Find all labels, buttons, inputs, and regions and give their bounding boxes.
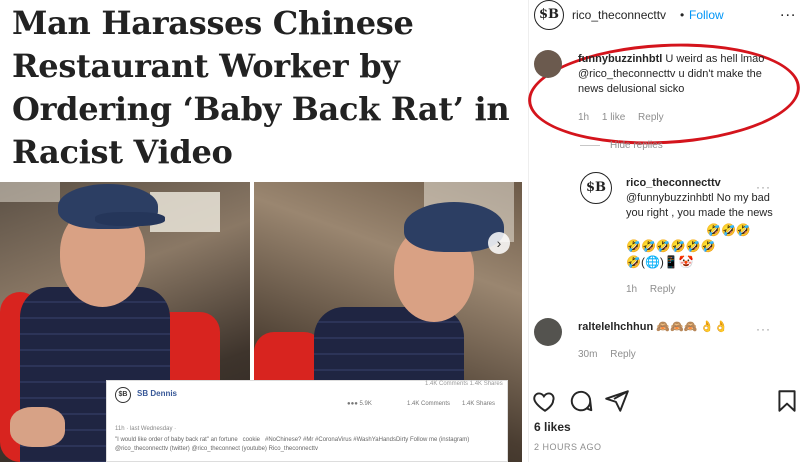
comment-body: @funnybuzzinhbtl No my bad you right , y… bbox=[626, 192, 773, 219]
instagram-panel: $B rico_theconnecttv • Follow ... funnyb… bbox=[525, 0, 800, 462]
comment-icon[interactable] bbox=[568, 388, 594, 414]
emoji-line: 🤣🤣🤣🤣🤣🤣 bbox=[626, 239, 716, 253]
comment-meta: 1h Reply bbox=[626, 284, 685, 295]
comment-body: 🙈🙈🙈 👌👌 bbox=[656, 321, 728, 333]
comment-time: 1h bbox=[578, 112, 590, 123]
comment-likes[interactable]: 1 like bbox=[602, 112, 625, 123]
comment: funnybuzzinhbtl U weird as hell lmao @ri… bbox=[578, 52, 778, 97]
ceiling-light bbox=[150, 192, 220, 232]
post-author-username[interactable]: rico_theconnecttv bbox=[572, 8, 666, 22]
fb-comment-count: 1.4K Comments bbox=[407, 401, 451, 407]
emoji-line: 🤣(🌐)📱🤡 bbox=[626, 255, 694, 269]
hide-replies-line bbox=[580, 144, 600, 146]
post-timestamp: 2 HOURS AGO bbox=[534, 442, 602, 452]
ceiling-light bbox=[0, 182, 60, 202]
hide-replies-button[interactable]: Hide replies bbox=[580, 140, 663, 151]
avatar[interactable] bbox=[534, 318, 562, 346]
comment-username[interactable]: funnybuzzinhbtl bbox=[578, 53, 662, 65]
headline-line: Ordering ‘Baby Back Rat’ in bbox=[12, 90, 510, 128]
comment-username[interactable]: raltelelhchhun bbox=[578, 321, 653, 333]
fb-poster-name: SB Dennis bbox=[137, 389, 178, 398]
headline-line: Man Harasses Chinese bbox=[12, 4, 414, 42]
follow-button[interactable]: Follow bbox=[689, 8, 724, 22]
reply-emojis: 🤣(🌐)📱🤡 bbox=[626, 254, 694, 271]
reply-emojis: 🤣🤣🤣 bbox=[706, 222, 751, 239]
fb-share-count: 1.4K Shares bbox=[462, 401, 496, 407]
more-options-icon[interactable]: ··· bbox=[756, 180, 771, 194]
headline-line: Racist Video bbox=[12, 133, 233, 171]
reply-emojis: 🤣🤣🤣🤣🤣🤣 bbox=[626, 238, 716, 255]
reply-button[interactable]: Reply bbox=[650, 284, 676, 295]
reply-button[interactable]: Reply bbox=[638, 112, 664, 123]
facebook-post-embed: 1.4K Comments 1.4K Shares $B SB Dennis ●… bbox=[106, 380, 508, 462]
reply-comment: rico_theconnecttv @funnybuzzinhbtl No my… bbox=[626, 176, 776, 269]
reply-button[interactable]: Reply bbox=[610, 349, 636, 360]
emoji-line: 🤣🤣🤣 bbox=[706, 223, 751, 237]
avatar[interactable]: $B bbox=[534, 0, 564, 30]
comment-meta: 30m Reply bbox=[578, 349, 646, 360]
hand bbox=[10, 407, 65, 447]
fb-post-body: "I would like order of baby back rat" an… bbox=[115, 437, 470, 452]
heart-icon[interactable] bbox=[532, 388, 558, 414]
comment-time: 1h bbox=[626, 284, 638, 295]
post-header: $B rico_theconnecttv • Follow ... bbox=[528, 0, 800, 30]
separator-dot: • bbox=[680, 8, 685, 22]
comment-username[interactable]: rico_theconnecttv bbox=[626, 177, 721, 189]
more-options-icon[interactable]: ··· bbox=[756, 322, 771, 336]
fb-avatar: $B bbox=[115, 387, 131, 403]
article-panel: Man Harasses Chinese Restaurant Worker b… bbox=[0, 0, 522, 462]
more-options-icon[interactable]: ... bbox=[780, 3, 796, 21]
chevron-right-icon[interactable]: › bbox=[488, 232, 510, 254]
likes-count[interactable]: 6 likes bbox=[534, 420, 571, 434]
avatar[interactable] bbox=[534, 50, 562, 78]
comment-time: 30m bbox=[578, 349, 598, 360]
fb-post-meta: 11h · last Wednesday · bbox=[115, 426, 177, 432]
hide-replies-label: Hide replies bbox=[610, 140, 663, 151]
post-actions bbox=[528, 388, 800, 418]
share-icon[interactable] bbox=[604, 388, 630, 414]
cap-brim bbox=[95, 212, 165, 226]
fb-reaction-count: ●●● 5.9K bbox=[347, 401, 372, 407]
headline-line: Restaurant Worker by bbox=[12, 47, 400, 85]
fb-top-stats: 1.4K Comments 1.4K Shares bbox=[425, 381, 503, 387]
article-headline: Man Harasses Chinese Restaurant Worker b… bbox=[12, 2, 512, 174]
avatar[interactable]: $B bbox=[580, 172, 612, 204]
comment-meta: 1h 1 like Reply bbox=[578, 112, 674, 123]
bookmark-icon[interactable] bbox=[774, 388, 800, 414]
